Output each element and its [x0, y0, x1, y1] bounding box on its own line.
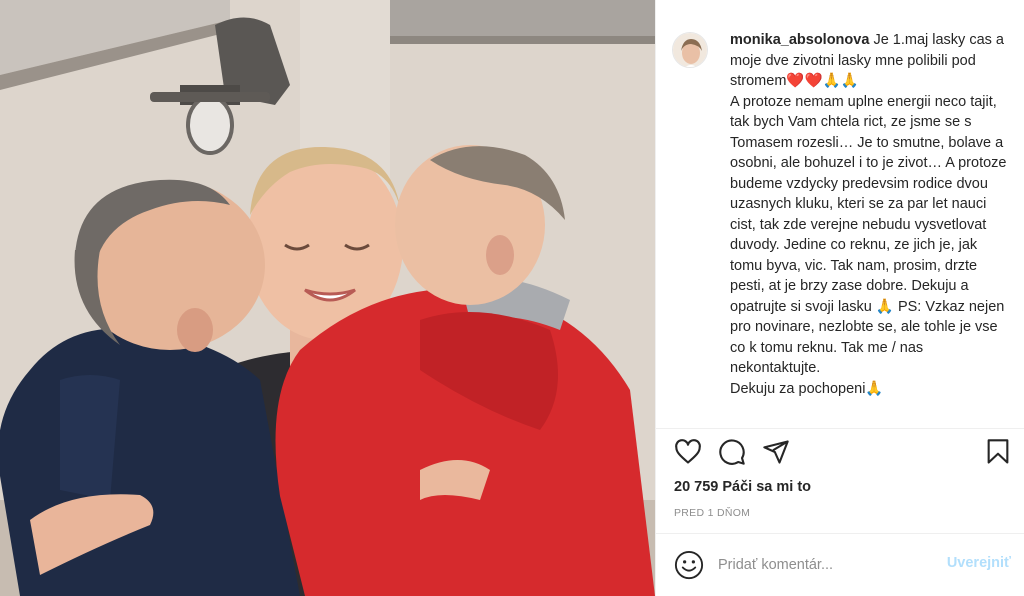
share-button[interactable] [762, 438, 792, 468]
heart-icon [675, 439, 701, 464]
family-photo [0, 0, 655, 596]
post-photo[interactable] [0, 0, 655, 596]
post-username[interactable]: monika_absolonova [730, 32, 869, 48]
post-timestamp[interactable]: PRED 1 DŇOM [674, 507, 750, 519]
post-side-panel: monika_absolonova Je 1.maj lasky cas a m… [655, 0, 1024, 596]
like-button[interactable] [674, 438, 704, 468]
smiley-icon [674, 550, 704, 580]
action-bar [674, 438, 1014, 470]
comment-input[interactable] [718, 554, 938, 576]
avatar-image [673, 33, 707, 67]
caption-area[interactable]: monika_absolonova Je 1.maj lasky cas a m… [656, 0, 1024, 428]
divider [656, 428, 1024, 429]
share-icon [763, 440, 789, 464]
likes-count[interactable]: 20 759 Páči sa mi to [674, 479, 811, 495]
bookmark-icon [987, 439, 1009, 464]
emoji-button[interactable] [674, 550, 704, 580]
post-comment-button[interactable]: Uverejniť [947, 555, 1011, 571]
comment-bar: Uverejniť [656, 533, 1024, 596]
comment-button[interactable] [718, 438, 748, 468]
save-button[interactable] [984, 438, 1014, 468]
caption-text: Je 1.maj lasky cas a moje dve zivotni la… [730, 32, 1007, 397]
comment-icon [719, 439, 745, 465]
avatar[interactable] [672, 32, 708, 68]
post-caption: monika_absolonova Je 1.maj lasky cas a m… [730, 30, 1011, 428]
